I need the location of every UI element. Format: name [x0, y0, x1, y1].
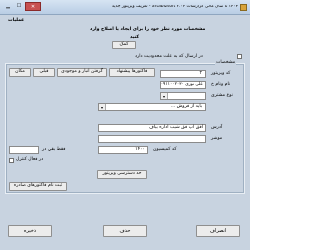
customer-type-label: نوع مشتری: [211, 93, 233, 98]
close-button[interactable]: ✕: [25, 2, 41, 11]
store-button[interactable]: گرفتن انبار و موجودی: [57, 68, 107, 77]
window-title: ۱۴۰۳ تا سال مالی گزارشات artabizsoft ۲.۰…: [111, 5, 238, 9]
previous-button[interactable]: قبلی: [33, 68, 55, 77]
customer-type-dropdown[interactable]: ▾: [160, 92, 206, 100]
map-button[interactable]: مکان: [9, 68, 31, 77]
limited-check-label: در ارسال که به علت محدودیت دارد: [135, 54, 203, 59]
name-label: نام ونام خ: [211, 82, 231, 87]
help-button-label: کمک: [119, 41, 129, 47]
save-button[interactable]: ذخیره: [8, 225, 52, 237]
help-button[interactable]: کمک: [112, 41, 136, 49]
remain-label: فقط بقي در: [42, 147, 66, 152]
chevron-down-icon: ▾: [161, 93, 168, 99]
route-button[interactable]: حد دسترسی ویزیتور: [97, 170, 147, 179]
commission-label: کد کمیسیون: [153, 147, 177, 152]
limited-checkbox[interactable]: [237, 54, 242, 59]
delete-button[interactable]: حذف: [103, 225, 147, 237]
notes-label: موشر: [211, 136, 223, 141]
visitor-code-label: کد ویزیتور: [211, 71, 231, 76]
commission-field[interactable]: ۱۴۰۰: [98, 146, 148, 154]
section-label: عملیات: [8, 18, 25, 23]
visitor-code-field[interactable]: ۲: [160, 70, 206, 78]
chevron-down-icon: ▾: [99, 104, 106, 110]
excel-button[interactable]: ثبت نام فاکتورهای صادره: [9, 182, 67, 191]
notes-field[interactable]: [98, 135, 206, 143]
minimize-button[interactable]: ▁: [3, 2, 13, 11]
maximize-button[interactable]: ☐: [14, 2, 24, 11]
visitor-window: ۱۴۰۳ تا سال مالی گزارشات artabizsoft ۲.۰…: [0, 0, 250, 250]
active-check-label: در فعال کنترل: [16, 157, 44, 162]
window-icon: [240, 4, 247, 11]
active-checkbox[interactable]: [9, 158, 14, 163]
name-field[interactable]: علی نوری ۰۹۱۱۰۰۲۰۳۰: [160, 81, 206, 89]
cancel-button[interactable]: انصراف: [196, 225, 240, 237]
invoice-button[interactable]: فاکتورها پیشنهاد: [109, 68, 155, 77]
remain-field[interactable]: [9, 146, 39, 154]
address-label: آدرس: [211, 125, 223, 130]
instruction-line-2: کنید: [130, 35, 140, 40]
instruction-line-1: مشخصات مورد نظر خود را برای ایجاد یا اصل…: [90, 27, 206, 32]
title-bar: ۱۴۰۳ تا سال مالی گزارشات artabizsoft ۲.۰…: [0, 0, 250, 15]
sale-dropdown[interactable]: ▾ باید از فروش ...: [98, 103, 206, 111]
address-field[interactable]: افق اپ فق شیب اداره بیاف: [98, 124, 206, 132]
details-group-title: مشخصات: [215, 60, 237, 66]
